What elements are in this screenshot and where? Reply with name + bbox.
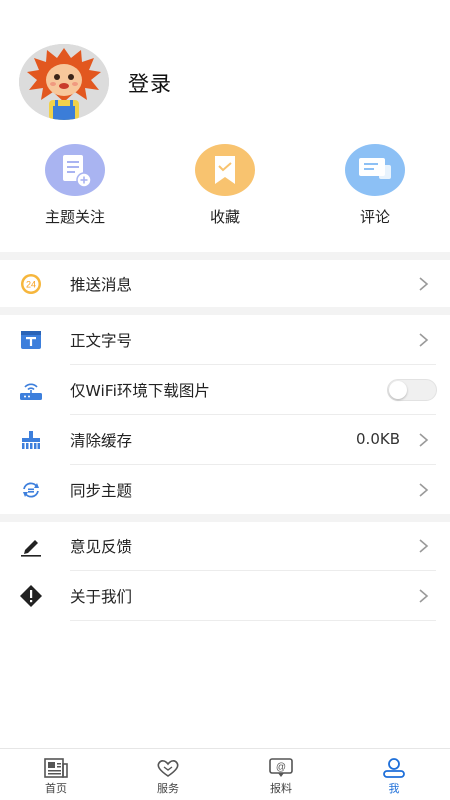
report-chat-icon: @ <box>269 758 293 777</box>
feedback-label: 意见反馈 <box>70 538 133 556</box>
font-size-label: 正文字号 <box>70 332 133 350</box>
about-row[interactable]: 关于我们 <box>0 571 450 621</box>
edit-pencil-icon <box>18 534 44 558</box>
push-badge-icon: 24 <box>18 272 44 296</box>
svg-text:@: @ <box>276 762 286 773</box>
toggle-knob <box>389 381 407 399</box>
info-diamond-icon <box>18 584 44 608</box>
tab-me[interactable]: 我 <box>338 749 450 800</box>
favorites-button[interactable]: 收藏 <box>165 140 285 235</box>
font-size-row[interactable]: 正文字号 <box>0 315 450 365</box>
comments-button[interactable]: 评论 <box>315 140 435 235</box>
favorite-icon <box>195 144 255 196</box>
tab-services[interactable]: 服务 <box>112 749 224 800</box>
router-icon <box>18 378 44 402</box>
chevron-right-icon <box>419 589 429 603</box>
broom-icon <box>18 428 44 452</box>
quick-actions: 主题关注 收藏 评论 <box>0 140 450 235</box>
feedback-row[interactable]: 意见反馈 <box>0 521 450 571</box>
chevron-right-icon <box>419 483 429 497</box>
topic-add-icon <box>45 144 105 196</box>
section-gap <box>0 307 450 315</box>
sync-icon <box>18 478 44 502</box>
chevron-right-icon <box>419 277 429 291</box>
push-badge-count: 24 <box>26 280 36 290</box>
topic-follow-button[interactable]: 主题关注 <box>15 140 135 235</box>
comments-label: 评论 <box>359 208 390 226</box>
tab-report-label: 报料 <box>270 782 292 795</box>
tab-report[interactable]: @ 报料 <box>225 749 337 800</box>
wifi-only-toggle[interactable] <box>387 379 437 401</box>
favorites-label: 收藏 <box>209 208 240 226</box>
login-link[interactable]: 登录 <box>128 68 172 98</box>
bottom-tab-bar: 首页 服务 @ 报料 我 <box>0 748 450 800</box>
chevron-right-icon <box>419 539 429 553</box>
push-messages-row[interactable]: 24 推送消息 <box>0 259 450 309</box>
profile-header: 登录 <box>0 0 450 125</box>
wifi-only-label: 仅WiFi环境下载图片 <box>70 382 210 400</box>
row-divider <box>70 620 436 621</box>
sync-topics-row[interactable]: 同步主题 <box>0 465 450 515</box>
about-label: 关于我们 <box>70 588 133 606</box>
text-size-icon <box>18 328 44 352</box>
tab-home[interactable]: 首页 <box>0 749 112 800</box>
clear-cache-label: 清除缓存 <box>70 432 133 450</box>
sync-topics-label: 同步主题 <box>70 482 133 500</box>
tab-services-label: 服务 <box>157 782 179 795</box>
user-icon <box>383 758 405 778</box>
heart-hands-icon <box>157 760 179 777</box>
tab-me-label: 我 <box>388 782 400 795</box>
comment-icon <box>345 144 405 196</box>
tab-home-label: 首页 <box>45 782 67 795</box>
chevron-right-icon <box>419 433 429 447</box>
newspaper-icon <box>44 758 68 778</box>
avatar[interactable] <box>19 44 109 120</box>
cache-size-value: 0.0KB <box>356 430 400 448</box>
topic-follow-label: 主题关注 <box>44 208 105 226</box>
wifi-only-row: 仅WiFi环境下载图片 <box>0 365 450 415</box>
push-label: 推送消息 <box>70 276 133 294</box>
clear-cache-row[interactable]: 清除缓存 0.0KB <box>0 415 450 465</box>
chevron-right-icon <box>419 333 429 347</box>
